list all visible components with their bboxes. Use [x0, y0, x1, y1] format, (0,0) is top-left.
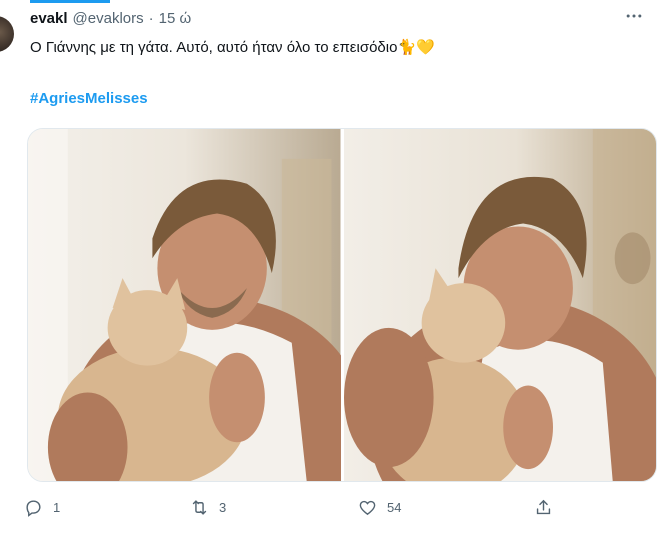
share-button[interactable] [534, 498, 553, 517]
photo-right[interactable] [343, 129, 656, 481]
tweet-media[interactable] [27, 128, 657, 482]
retweet-button[interactable]: 3 [190, 498, 226, 517]
tweet-actions: 1 3 54 [24, 498, 564, 528]
retweet-icon [192, 500, 207, 515]
retweet-count: 3 [219, 500, 227, 515]
photo-left-image [28, 129, 341, 481]
like-count: 54 [387, 500, 402, 515]
tweet-text-body: Ο Γιάννης με τη γάτα. Αυτό, αυτό ήταν όλ… [30, 39, 398, 56]
author-handle[interactable]: @evaklors [73, 10, 144, 27]
separator-dot: · [148, 10, 154, 27]
photo-right-image [343, 129, 656, 481]
photo-left[interactable] [28, 129, 341, 481]
reply-button[interactable]: 1 [24, 498, 60, 517]
like-button[interactable]: 54 [358, 498, 401, 517]
author-name[interactable]: evakl [30, 10, 68, 27]
reply-icon [26, 500, 41, 517]
hashtag-link[interactable]: #AgriesMelisses [30, 90, 148, 107]
tweet-header: evakl @evaklors · 15 ώ [30, 10, 191, 27]
tweet-text: Ο Γιάννης με τη γάτα. Αυτό, αυτό ήταν όλ… [30, 38, 435, 58]
tweet-time[interactable]: 15 ώ [159, 10, 192, 27]
heart-icon [359, 500, 376, 516]
share-icon [536, 499, 551, 515]
avatar[interactable] [0, 16, 14, 52]
cat-heart-emoji: 🐈💛 [397, 39, 435, 56]
reply-count: 1 [53, 500, 61, 515]
top-accent-bar [30, 0, 110, 3]
more-horizontal-icon[interactable] [624, 6, 644, 31]
